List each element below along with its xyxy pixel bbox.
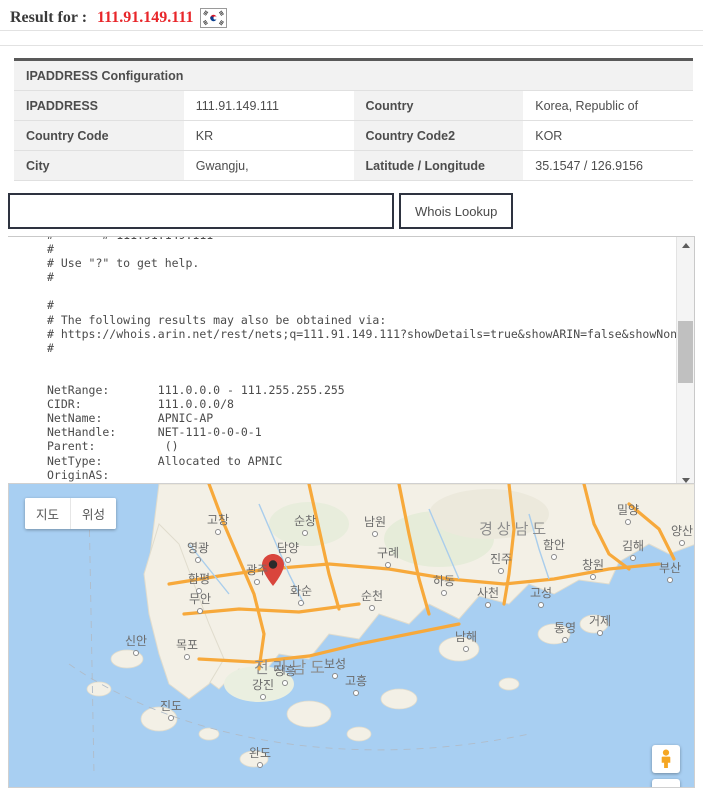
street-view-pegman-icon — [661, 749, 671, 768]
map-zoom-control[interactable] — [652, 779, 680, 787]
row-value-city: Gwangju, — [183, 150, 354, 181]
result-header: Result for : 111.91.149.111 — [0, 0, 703, 30]
row-value-country: Korea, Republic of — [523, 90, 693, 121]
whois-output-text: # # 111.91.149.111 # # Use "?" to get he… — [47, 237, 676, 489]
row-label-city: City — [14, 150, 184, 181]
row-label-country-code: Country Code — [14, 120, 184, 151]
map-type-satellite-button[interactable]: 위성 — [70, 498, 117, 529]
row-label-country-code2: Country Code2 — [353, 120, 524, 151]
table-row: IPADDRESS 111.91.149.111 Country Korea, … — [14, 90, 693, 121]
header-spacer — [0, 31, 703, 45]
map-type-roadmap-button[interactable]: 지도 — [25, 498, 71, 529]
result-label: Result for : — [10, 9, 92, 26]
row-value-latlong: 35.1547 / 126.9156 — [523, 150, 693, 181]
table-caption: IPADDRESS Configuration — [14, 61, 693, 91]
table-caption-row: IPADDRESS Configuration — [14, 61, 693, 91]
location-map[interactable]: 지도 위성 경상남도 전라남도 고창 순창 남원 밀양 양산 영광 담양 구례 함안 김해 광주 진주 창원… — [8, 483, 695, 788]
row-value-ipaddress: 111.91.149.111 — [183, 90, 354, 121]
scrollbar-thumb[interactable] — [678, 321, 693, 383]
row-label-latlong: Latitude / Longitude — [353, 150, 524, 181]
table-row: City Gwangju, Latitude / Longitude 35.15… — [14, 150, 693, 181]
row-label-country: Country — [353, 90, 524, 121]
south-korea-flag-icon — [199, 8, 227, 28]
map-type-control[interactable]: 지도 위성 — [25, 498, 117, 529]
map-canvas — [9, 484, 694, 787]
whois-scrollbar[interactable] — [676, 237, 694, 489]
scroll-up-button[interactable] — [677, 237, 694, 254]
whois-search-input[interactable] — [8, 193, 394, 229]
row-value-country-code: KR — [183, 120, 354, 151]
ipaddress-configuration-table: IPADDRESS Configuration IPADDRESS 111.91… — [14, 58, 693, 181]
table-row: Country Code KR Country Code2 KOR — [14, 120, 693, 151]
row-value-country-code2: KOR — [523, 120, 693, 151]
whois-lookup-form: Whois Lookup — [8, 193, 703, 229]
chevron-up-icon — [681, 243, 690, 248]
whois-scroll-area[interactable]: # # 111.91.149.111 # # Use "?" to get he… — [8, 237, 676, 489]
whois-output-panel: # # 111.91.149.111 # # Use "?" to get he… — [8, 236, 695, 490]
result-ip-value: 111.91.149.111 — [97, 9, 194, 26]
whois-lookup-button[interactable]: Whois Lookup — [399, 193, 514, 229]
row-label-ipaddress: IPADDRESS — [14, 90, 184, 121]
street-view-pegman-button[interactable] — [652, 745, 680, 773]
